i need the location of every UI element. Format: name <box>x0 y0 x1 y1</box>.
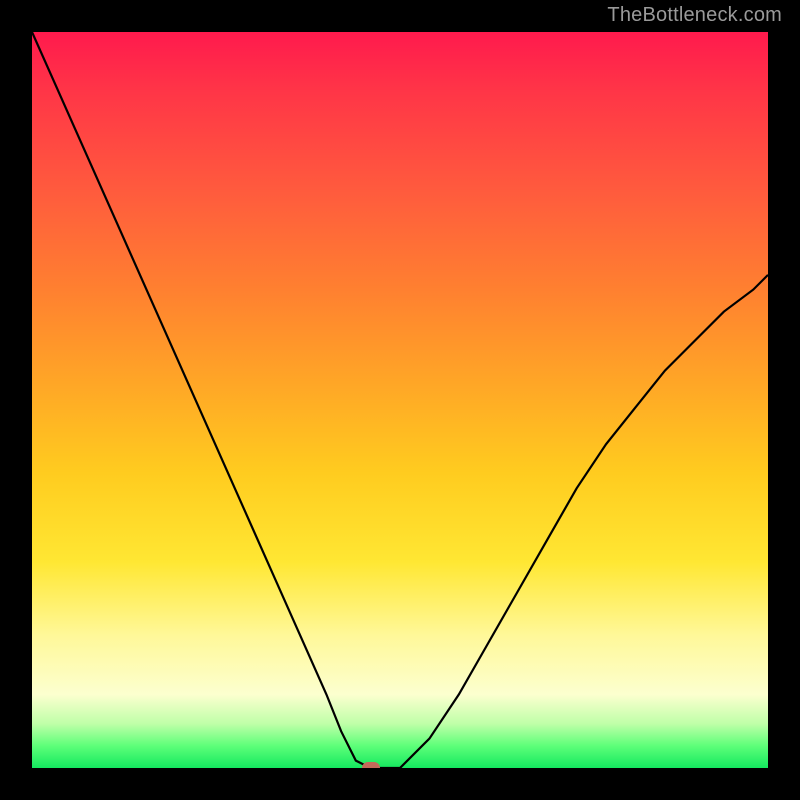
chart-frame: TheBottleneck.com <box>0 0 800 800</box>
plot-area <box>32 32 768 768</box>
watermark-text: TheBottleneck.com <box>607 4 782 27</box>
curve-svg <box>32 32 768 768</box>
bottleneck-curve-path <box>32 32 768 768</box>
optimum-marker <box>362 762 380 768</box>
